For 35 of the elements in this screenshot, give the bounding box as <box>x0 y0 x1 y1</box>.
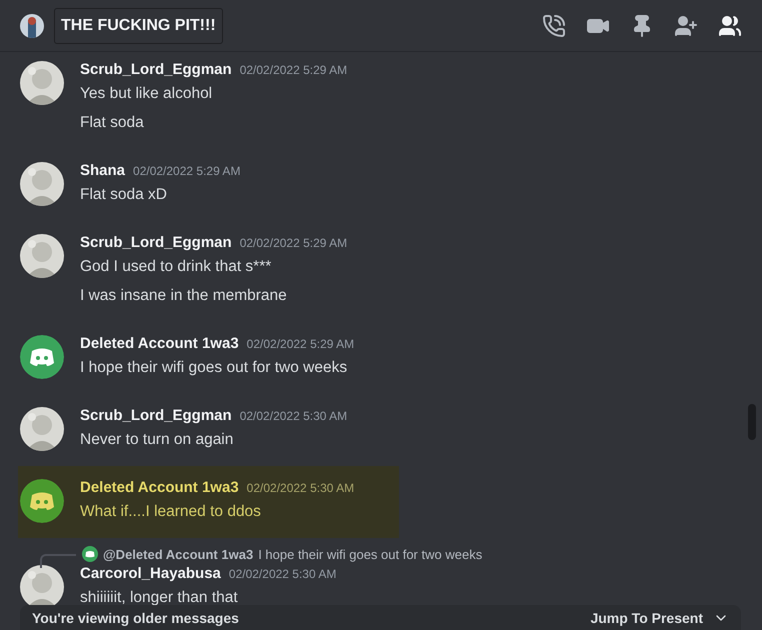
members-icon[interactable] <box>718 14 742 38</box>
author-name[interactable]: Deleted Account 1wa3 <box>80 335 239 352</box>
timestamp: 02/02/2022 5:29 AM <box>246 337 354 351</box>
notice-text: You're viewing older messages <box>32 610 239 626</box>
message-text: shiiiiiit, longer than that <box>80 588 239 608</box>
reply-author[interactable]: @Deleted Account 1wa3 <box>103 546 254 562</box>
discord-avatar-icon <box>82 546 98 562</box>
channel-title[interactable]: THE FUCKING PIT!!! <box>54 8 223 44</box>
message-text: Never to turn on again <box>80 430 234 450</box>
timestamp: 02/02/2022 5:29 AM <box>240 63 348 77</box>
scrollbar-thumb[interactable] <box>748 404 756 440</box>
reply-text[interactable]: I hope their wifi goes out for two weeks <box>258 546 482 562</box>
timestamp: 02/02/2022 5:30 AM <box>240 409 348 423</box>
discord-avatar-icon <box>20 479 64 523</box>
jump-to-present-button[interactable]: Jump To Present <box>590 610 729 626</box>
message-text: Yes but like alcohol <box>80 84 214 104</box>
message-text: Flat soda <box>80 113 145 133</box>
author-name[interactable]: Scrub_Lord_Eggman <box>80 61 232 78</box>
message-text: What if....I learned to ddos <box>80 502 262 522</box>
author-name[interactable]: Shana <box>80 162 126 179</box>
timestamp: 02/02/2022 5:29 AM <box>133 164 240 178</box>
timestamp: 02/02/2022 5:29 AM <box>240 236 348 250</box>
timestamp: 02/02/2022 5:30 AM <box>246 481 354 495</box>
message-text: I hope their wifi goes out for two weeks <box>80 358 348 378</box>
discord-avatar-icon <box>20 335 64 379</box>
add-user-icon[interactable] <box>674 14 698 38</box>
author-name[interactable]: Carcorol_Hayabusa <box>80 565 221 582</box>
phone-call-icon[interactable] <box>542 14 566 38</box>
author-name[interactable]: Deleted Account 1wa3 <box>80 479 239 496</box>
author-name[interactable]: Scrub_Lord_Eggman <box>80 407 232 424</box>
message-text: Flat soda xD <box>80 185 168 205</box>
message-text: I was insane in the membrane <box>80 286 288 306</box>
message-text: God I used to drink that s*** <box>80 257 272 277</box>
timestamp: 02/02/2022 5:30 AM <box>228 567 336 581</box>
author-name[interactable]: Scrub_Lord_Eggman <box>80 234 232 251</box>
